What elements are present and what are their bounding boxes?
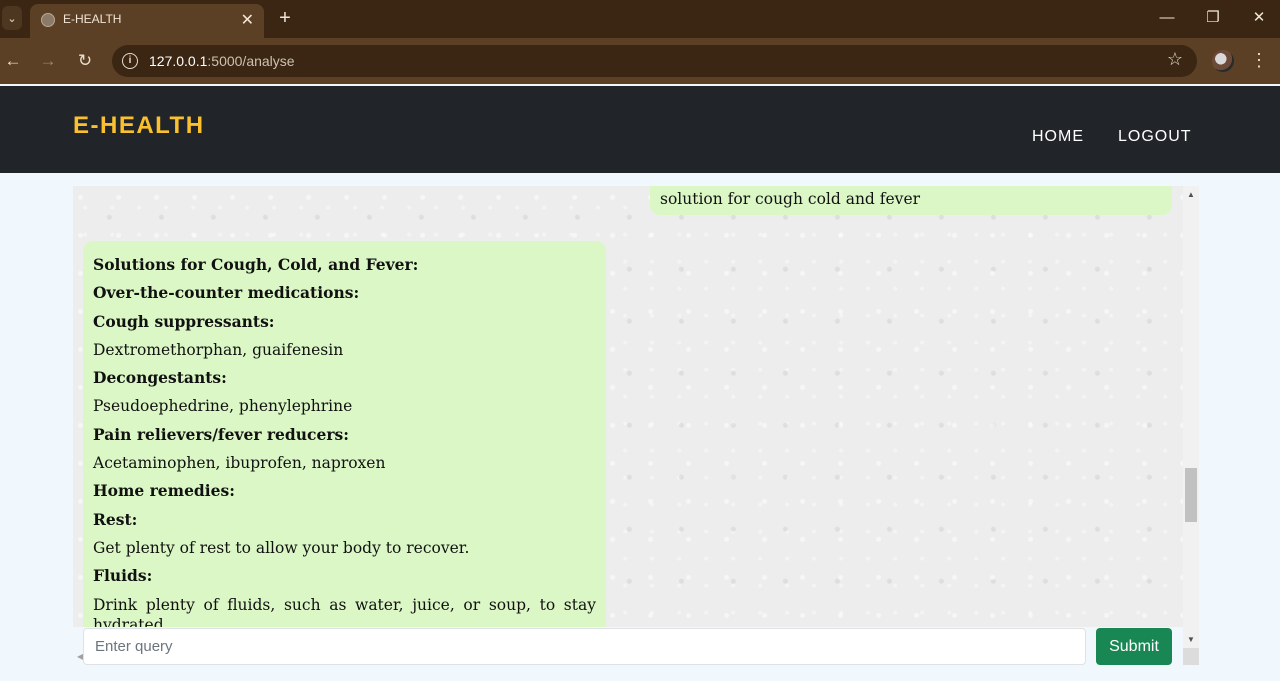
more-vert-icon[interactable]: ⋮ — [1250, 49, 1268, 71]
chat-panel: solution for cough cold and fever Soluti… — [73, 186, 1183, 627]
scroll-down-icon[interactable]: ▼ — [1187, 635, 1195, 644]
user-message-text: solution for cough cold and fever — [660, 190, 921, 208]
address-bar[interactable]: i 127.0.0.1:5000/analyse ☆ — [112, 45, 1197, 77]
browser-toolbar: ← → ↻ i 127.0.0.1:5000/analyse ☆ ⋮ — [0, 38, 1280, 84]
avatar[interactable] — [1212, 50, 1234, 72]
user-message-bubble: solution for cough cold and fever — [650, 186, 1172, 215]
star-icon[interactable]: ☆ — [1167, 49, 1183, 70]
scroll-up-icon[interactable]: ▲ — [1187, 190, 1195, 199]
back-arrow-icon[interactable]: ← — [2, 50, 24, 72]
bot-message-line: Pseudoephedrine, phenylephrine — [93, 397, 353, 416]
nav-logout[interactable]: LOGOUT — [1118, 128, 1192, 146]
bot-message-line: Drink plenty of fluids, such as water, j… — [93, 595, 596, 627]
bot-message-heading: Cough suppressants: — [93, 311, 275, 331]
new-tab-button[interactable]: + — [276, 6, 294, 30]
bot-message-bubble: Solutions for Cough, Cold, and Fever: Ove… — [83, 241, 606, 627]
bot-message-heading: Fluids: — [93, 566, 153, 586]
bot-message-heading: Over-the-counter medications: — [93, 283, 360, 303]
scrollbar-thumb[interactable] — [1185, 468, 1197, 522]
url-text[interactable]: 127.0.0.1:5000/analyse — [149, 53, 295, 69]
minimize-button[interactable]: — — [1152, 6, 1182, 30]
scrollbar-corner — [1183, 648, 1199, 665]
bot-message-heading: Solutions for Cough, Cold, and Fever: — [93, 255, 419, 274]
chat-scrollbar[interactable]: ▲ ▼ — [1183, 186, 1199, 648]
bot-message-line: Get plenty of rest to allow your body to… — [93, 538, 470, 557]
bot-message-line: Acetaminophen, ibuprofen, naproxen — [93, 454, 386, 473]
forward-arrow-icon[interactable]: → — [37, 50, 59, 72]
info-icon[interactable]: i — [122, 53, 138, 69]
query-input[interactable] — [83, 628, 1086, 665]
globe-icon — [41, 13, 55, 27]
submit-button[interactable]: Submit — [1096, 628, 1172, 665]
browser-tab-strip: ⌄ E-HEALTH ✕ + — ❐ ✕ — [0, 0, 1280, 38]
window-close-button[interactable]: ✕ — [1244, 6, 1274, 30]
reload-icon[interactable]: ↻ — [74, 50, 96, 72]
bot-message-heading: Decongestants: — [93, 368, 227, 388]
bot-message-heading: Pain relievers/fever reducers: — [93, 424, 349, 444]
browser-tab[interactable]: E-HEALTH ✕ — [30, 4, 264, 38]
close-icon[interactable]: ✕ — [241, 10, 254, 30]
tab-title: E-HEALTH — [63, 12, 122, 26]
restore-button[interactable]: ❐ — [1198, 6, 1228, 30]
bot-message-heading: Home remedies: — [93, 481, 235, 501]
bot-message-line: Dextromethorphan, guaifenesin — [93, 340, 344, 359]
brand-logo[interactable]: E-HEALTH — [73, 112, 205, 140]
nav-home[interactable]: HOME — [1032, 128, 1084, 146]
site-header: E-HEALTH HOME LOGOUT — [0, 86, 1280, 173]
chevron-down-icon[interactable]: ⌄ — [2, 6, 22, 30]
bot-message-heading: Rest: — [93, 509, 138, 529]
